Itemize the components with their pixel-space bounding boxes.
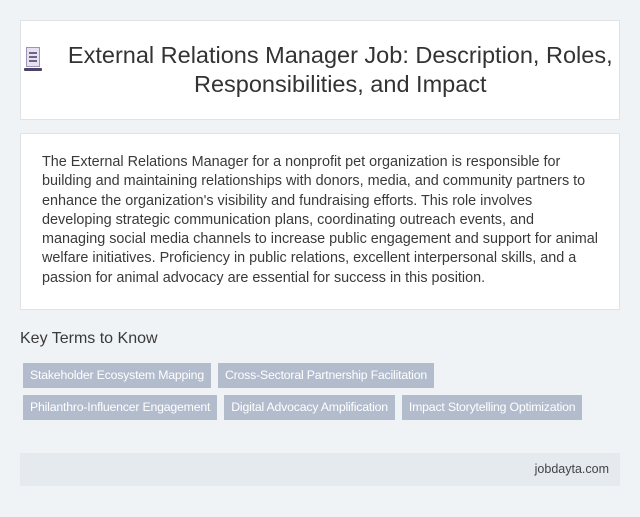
- title-card: External Relations Manager Job: Descript…: [20, 20, 620, 120]
- description-card: The External Relations Manager for a non…: [20, 133, 620, 310]
- key-term-tag[interactable]: Impact Storytelling Optimization: [401, 395, 583, 420]
- key-term-tag[interactable]: Stakeholder Ecosystem Mapping: [23, 363, 211, 388]
- document-icon: [21, 47, 42, 71]
- key-term-tag[interactable]: Philanthro-Influencer Engagement: [23, 395, 218, 420]
- key-term-tag[interactable]: Cross-Sectoral Partnership Facilitation: [217, 363, 434, 388]
- key-term-tag[interactable]: Digital Advocacy Amplification: [224, 395, 395, 420]
- key-terms-list: Stakeholder Ecosystem Mapping Cross-Sect…: [23, 363, 613, 427]
- title-wrap: External Relations Manager Job: Descript…: [21, 41, 619, 99]
- footer-source-link[interactable]: jobdayta.com: [535, 462, 609, 476]
- footer: jobdayta.com: [20, 453, 620, 486]
- page-title: External Relations Manager Job: Descript…: [67, 42, 613, 97]
- key-terms-heading: Key Terms to Know: [20, 330, 158, 347]
- job-description: The External Relations Manager for a non…: [42, 154, 598, 286]
